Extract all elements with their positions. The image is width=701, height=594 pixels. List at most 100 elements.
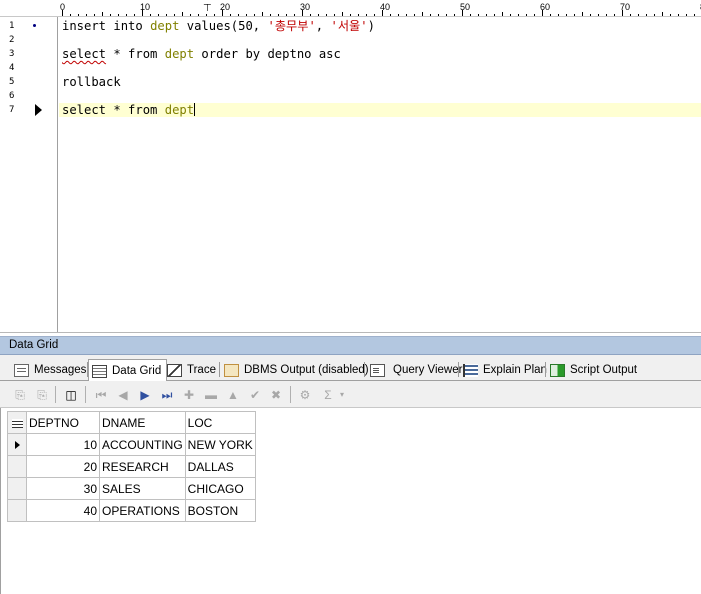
ruler-tick	[462, 10, 463, 16]
cancel-edit-icon[interactable]: ✖	[268, 387, 284, 403]
results-table[interactable]: DEPTNO DNAME LOC 10 ACCOUNTING NEW YORK 20 R…	[7, 411, 256, 522]
ruler-tick	[542, 10, 543, 16]
code-line[interactable]: select * from dept order by deptno asc	[59, 47, 701, 61]
row-indicator[interactable]	[7, 477, 27, 500]
insert-record-icon[interactable]: ✚	[181, 387, 197, 403]
ruler-tick	[94, 14, 95, 16]
ruler-tick	[646, 14, 647, 16]
table-name-token: dept	[150, 19, 180, 33]
ruler-tick	[518, 14, 519, 16]
column-header-dname[interactable]: DNAME	[99, 411, 186, 434]
cell-deptno[interactable]: 40	[26, 499, 100, 522]
table-row[interactable]: 30 SALES CHICAGO	[7, 477, 256, 500]
tab-label: DBMS Output (disabled)	[244, 364, 369, 376]
cell-loc[interactable]: BOSTON	[184, 499, 256, 522]
tab-messages[interactable]: Messages	[14, 359, 86, 381]
tab-dbms-output[interactable]: DBMS Output (disabled)	[224, 359, 369, 381]
ruler-tick	[582, 12, 583, 16]
cell-deptno[interactable]: 10	[26, 433, 100, 456]
cell-deptno[interactable]: 30	[26, 477, 100, 500]
cell-dname[interactable]: RESEARCH	[99, 455, 186, 478]
ruler-tick	[398, 14, 399, 16]
column-header-loc[interactable]: LOC	[184, 411, 256, 434]
column-header-deptno[interactable]: DEPTNO	[26, 411, 100, 434]
tab-script-output[interactable]: Script Output	[550, 359, 637, 381]
cell-dname[interactable]: SALES	[99, 477, 186, 500]
ruler-tick	[334, 14, 335, 16]
ruler-tick	[438, 14, 439, 16]
tab-query-viewer[interactable]: Query Viewer	[370, 359, 462, 381]
code-line[interactable]	[59, 89, 701, 103]
cell-dname[interactable]: OPERATIONS	[99, 499, 186, 522]
import-icon[interactable]: ⎘	[34, 387, 50, 403]
export-icon[interactable]: ⎘	[12, 387, 28, 403]
code-line[interactable]	[59, 61, 701, 75]
line-number: 1	[9, 21, 15, 31]
line-number: 4	[9, 63, 15, 73]
next-record-icon[interactable]: ▶	[137, 387, 153, 403]
column-ruler: 0102030405060708⊤	[59, 0, 701, 17]
delete-record-icon[interactable]: ▬	[203, 387, 219, 403]
ruler-tick	[622, 10, 623, 16]
tab-data-grid[interactable]: Data Grid	[88, 359, 168, 382]
explain-plan-icon	[463, 363, 478, 377]
ruler-tick	[414, 14, 415, 16]
ruler-tick	[510, 14, 511, 16]
sql-token: rollback	[62, 75, 121, 89]
current-code-line[interactable]: select * from dept	[59, 103, 701, 117]
ruler-tick	[358, 14, 359, 16]
tab-trace[interactable]: Trace	[167, 359, 216, 381]
ruler-margin-marker[interactable]: ⊤	[203, 4, 212, 14]
sum-icon[interactable]: Σ	[320, 387, 336, 403]
binoculars-icon[interactable]: ◫	[63, 387, 79, 403]
ruler-tick	[278, 14, 279, 16]
edit-record-icon[interactable]: ▲	[225, 387, 241, 403]
ruler-tick	[222, 10, 223, 16]
sql-token: * from	[106, 47, 165, 61]
ruler-tick	[102, 12, 103, 16]
row-indicator[interactable]	[7, 499, 27, 522]
ruler-tick	[110, 14, 111, 16]
chevron-down-icon[interactable]: ▾	[337, 387, 347, 403]
line-number-gutter[interactable]: 1 2 3 4 5 6 7	[0, 17, 58, 332]
cell-loc[interactable]: DALLAS	[184, 455, 256, 478]
results-tab-bar: Messages Data Grid Trace DBMS Output (di…	[0, 355, 701, 382]
prior-record-icon[interactable]: ◀	[115, 387, 131, 403]
code-line[interactable]: rollback	[59, 75, 701, 89]
post-edit-icon[interactable]: ✔	[247, 387, 263, 403]
cell-loc[interactable]: NEW YORK	[184, 433, 256, 456]
ruler-tick	[174, 14, 175, 16]
cell-loc[interactable]: CHICAGO	[184, 477, 256, 500]
cell-dname[interactable]: ACCOUNTING	[99, 433, 186, 456]
ruler-tick	[230, 14, 231, 16]
cell-deptno[interactable]: 20	[26, 455, 100, 478]
last-record-icon[interactable]: ⏭	[159, 387, 175, 403]
first-record-icon[interactable]: ⏮	[93, 387, 109, 403]
code-line[interactable]: insert into dept values(50, '총무부', '서울')	[59, 19, 701, 33]
line-number: 5	[9, 77, 15, 87]
table-row[interactable]: 20 RESEARCH DALLAS	[7, 455, 256, 478]
tab-separator	[458, 362, 459, 377]
ruler-tick	[262, 12, 263, 16]
tab-explain-plan[interactable]: Explain Plan	[463, 359, 547, 381]
table-row[interactable]: 10 ACCOUNTING NEW YORK	[7, 433, 256, 456]
sql-token: insert into	[62, 19, 151, 33]
row-indicator[interactable]	[7, 455, 27, 478]
ruler-tick	[246, 14, 247, 16]
ruler-tick	[606, 14, 607, 16]
line-number: 6	[9, 91, 15, 101]
code-line[interactable]	[59, 33, 701, 47]
table-row[interactable]: 40 OPERATIONS BOSTON	[7, 499, 256, 522]
sql-editor[interactable]: 0102030405060708⊤ 1 2 3 4 5 6 7 insert into de…	[0, 0, 701, 333]
ruler-tick	[190, 14, 191, 16]
row-indicator[interactable]	[7, 433, 27, 456]
table-name-token: dept	[164, 47, 195, 61]
line-number: 7	[9, 105, 15, 115]
sql-token: select	[62, 47, 107, 61]
row-indicator-header[interactable]	[7, 411, 27, 434]
ruler-tick	[78, 14, 79, 16]
refresh-icon[interactable]: ⚙	[297, 387, 313, 403]
code-area[interactable]: insert into dept values(50, '총무부', '서울')…	[59, 17, 701, 332]
tab-separator	[545, 362, 546, 377]
line-number: 3	[9, 49, 15, 59]
